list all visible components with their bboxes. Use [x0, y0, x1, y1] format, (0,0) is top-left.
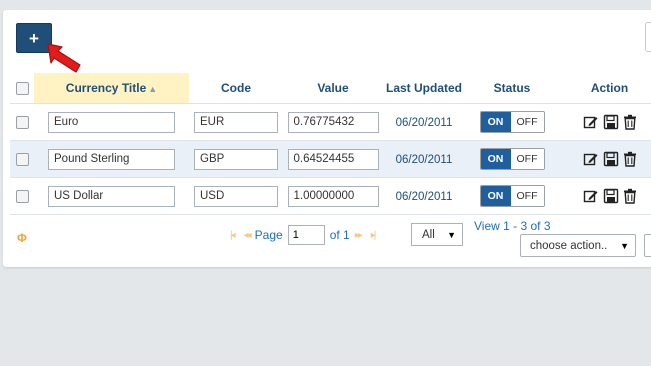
row-select-cell	[10, 140, 34, 178]
action-select-value: choose action..	[530, 239, 608, 252]
apply-button[interactable]	[644, 234, 651, 257]
status-on[interactable]: ON	[480, 186, 511, 206]
next-page-icon[interactable]: ▸▸	[355, 230, 363, 241]
action-select[interactable]: choose action.. ▼	[520, 234, 636, 257]
per-page-select[interactable]: All ▼	[411, 223, 463, 246]
action-cell	[559, 140, 651, 178]
caret-down-icon: ▼	[620, 241, 629, 251]
refresh-icon[interactable]: Φ	[17, 231, 27, 245]
code-cell	[189, 140, 283, 178]
updated-cell: 06/20/2011	[383, 140, 465, 178]
header-value[interactable]: Value	[283, 73, 383, 104]
status-toggle[interactable]: ON OFF	[479, 185, 545, 207]
table-header-row: Currency Title ▲ Code Value Last Updated …	[10, 73, 651, 104]
currency-value-input[interactable]	[287, 185, 379, 207]
currency-code-input[interactable]	[194, 111, 278, 133]
row-checkbox[interactable]	[15, 153, 29, 167]
pointer-arrow-icon	[47, 43, 81, 73]
status-toggle[interactable]: ON OFF	[479, 111, 545, 133]
select-all-checkbox[interactable]	[15, 82, 29, 96]
edit-icon[interactable]	[583, 114, 599, 130]
page-label: Page	[254, 228, 283, 242]
last-updated-date: 06/20/2011	[395, 154, 453, 166]
header-currency-title[interactable]: Currency Title ▲	[34, 73, 189, 104]
status-on[interactable]: ON	[480, 112, 511, 132]
code-cell	[189, 103, 283, 141]
action-cell	[559, 177, 651, 215]
page-count-label: of 1	[329, 228, 350, 242]
currency-title-input[interactable]	[48, 148, 175, 170]
select-all-cell	[10, 73, 34, 104]
first-page-icon[interactable]: |◂	[230, 230, 235, 241]
per-page-value: All	[422, 228, 435, 241]
last-updated-date: 06/20/2011	[395, 191, 453, 203]
currency-title-input[interactable]	[48, 111, 175, 133]
save-icon[interactable]	[603, 151, 619, 167]
row-checkbox[interactable]	[15, 116, 29, 130]
value-cell	[283, 140, 383, 178]
table-row[interactable]: 06/20/2011 ONOFF	[10, 140, 651, 178]
edit-icon[interactable]	[583, 188, 599, 204]
updated-cell: 06/20/2011	[383, 103, 465, 141]
value-cell	[283, 103, 383, 141]
sort-up-icon: ▲	[148, 84, 158, 94]
updated-cell: 06/20/2011	[383, 177, 465, 215]
header-action: Action	[559, 73, 651, 104]
status-on[interactable]: ON	[480, 149, 511, 169]
status-cell: ON OFF	[465, 103, 559, 141]
status-off[interactable]: OFF	[510, 186, 544, 206]
status-cell: ON OFF	[465, 177, 559, 215]
plus-icon: +	[29, 28, 39, 48]
page-number-input[interactable]	[287, 225, 325, 245]
table-row[interactable]: 06/20/2011 ONOFF	[10, 177, 651, 215]
currency-title-input[interactable]	[48, 185, 175, 207]
header-currency-title-label: Currency Title	[65, 81, 147, 95]
trash-icon[interactable]	[623, 151, 637, 167]
edit-icon[interactable]	[583, 151, 599, 167]
status-toggle[interactable]: ON OFF	[479, 148, 545, 170]
action-cell	[559, 103, 651, 141]
title-cell	[34, 140, 189, 178]
save-icon[interactable]	[603, 114, 619, 130]
prev-page-icon[interactable]: ◂◂	[244, 230, 252, 241]
header-last-updated[interactable]: Last Updated	[383, 73, 465, 104]
title-cell	[34, 177, 189, 215]
table-row[interactable]: 06/20/2011 ONOFF	[10, 103, 651, 141]
row-select-cell	[10, 103, 34, 141]
view-info: View 1 - 3 of 3	[474, 219, 551, 233]
trash-icon[interactable]	[623, 114, 637, 130]
save-icon[interactable]	[603, 188, 619, 204]
title-cell	[34, 103, 189, 141]
caret-down-icon: ▼	[447, 230, 456, 240]
currency-table: Currency Title ▲ Code Value Last Updated …	[10, 73, 651, 215]
header-code[interactable]: Code	[189, 73, 283, 104]
status-off[interactable]: OFF	[510, 112, 544, 132]
currency-code-input[interactable]	[194, 185, 278, 207]
status-cell: ON OFF	[465, 140, 559, 178]
currency-value-input[interactable]	[287, 148, 379, 170]
currency-value-input[interactable]	[287, 111, 379, 133]
code-cell	[189, 177, 283, 215]
search-input[interactable]	[645, 22, 651, 52]
currency-code-input[interactable]	[194, 148, 278, 170]
row-select-cell	[10, 177, 34, 215]
status-off[interactable]: OFF	[510, 149, 544, 169]
row-checkbox[interactable]	[15, 190, 29, 204]
pagination: |◂ ◂◂ Page of 1 ▸▸ ▸|	[225, 225, 379, 245]
header-status[interactable]: Status	[465, 73, 559, 104]
last-updated-date: 06/20/2011	[395, 117, 453, 129]
value-cell	[283, 177, 383, 215]
last-page-icon[interactable]: ▸|	[371, 230, 376, 241]
trash-icon[interactable]	[623, 188, 637, 204]
